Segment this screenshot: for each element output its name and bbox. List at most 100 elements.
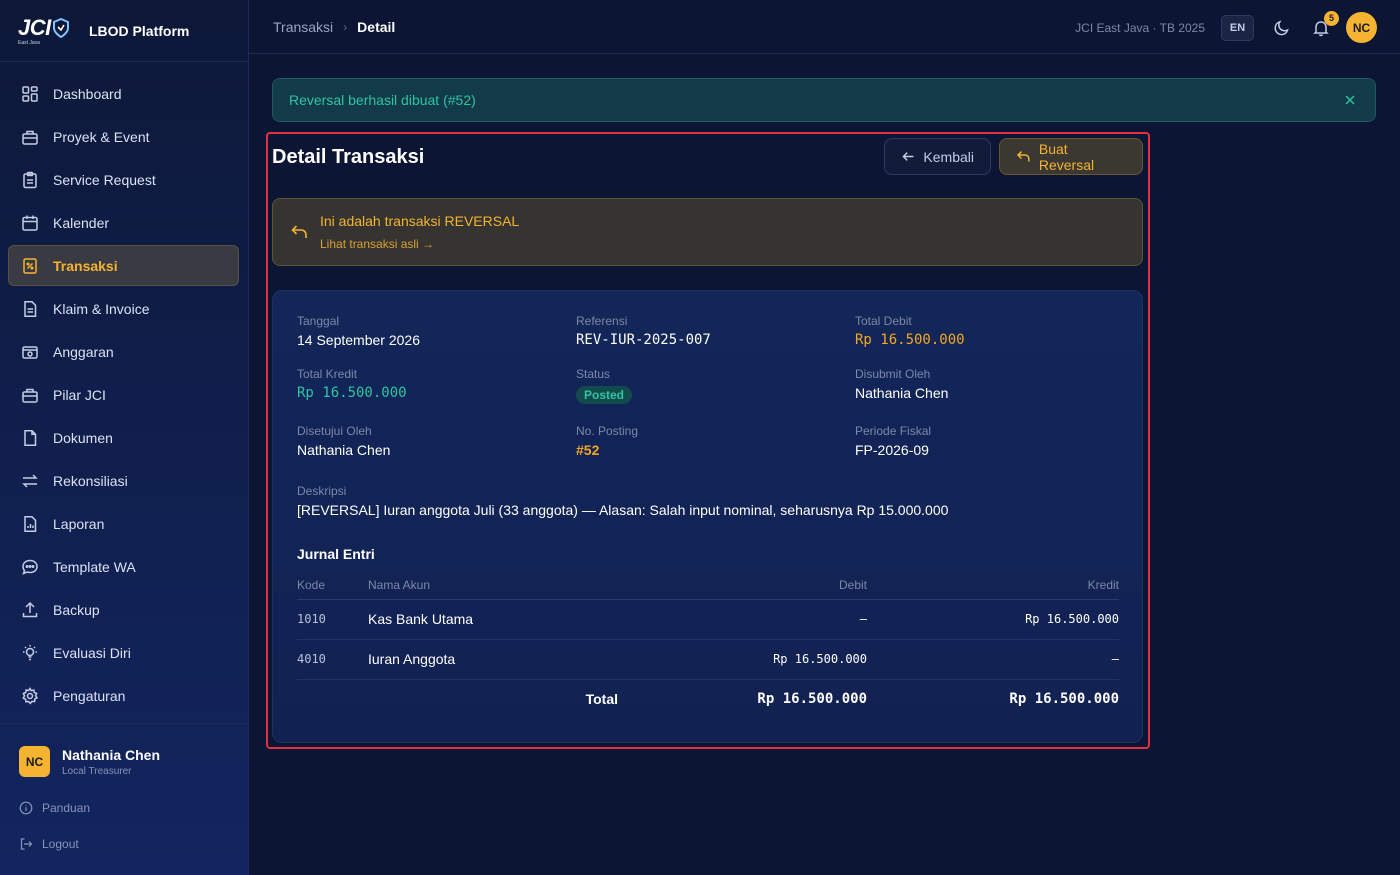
bulb-icon	[23, 644, 37, 660]
field-submitted-by: Disubmit Oleh Nathania Chen	[855, 367, 948, 401]
alert-message: Reversal berhasil dibuat (#52)	[289, 92, 476, 108]
org-label: JCI East Java · TB 2025	[1075, 20, 1205, 35]
field-value: FP-2026-09	[855, 442, 929, 458]
clipboard-icon	[23, 171, 37, 188]
upload-icon	[22, 601, 38, 617]
view-original-link[interactable]: Lihat transaksi asli →	[320, 237, 434, 251]
field-label: Disubmit Oleh	[855, 367, 931, 381]
dashboard-icon	[22, 85, 38, 102]
close-icon[interactable]	[1342, 92, 1358, 108]
file-icon	[24, 429, 37, 446]
field-value: REV-IUR-2025-007	[576, 332, 711, 348]
user-profile[interactable]: NC Nathania Chen Local Treasurer	[19, 746, 248, 777]
sidebar-item-label: Anggaran	[53, 343, 114, 360]
sidebar-item-label: Template WA	[53, 558, 136, 575]
sidebar-item-kalender[interactable]: Kalender	[8, 202, 239, 243]
briefcase-icon	[22, 130, 38, 145]
sidebar-item-label: Klaim & Invoice	[53, 300, 150, 317]
create-reversal-button[interactable]: Buat Reversal	[999, 138, 1143, 175]
language-button[interactable]: EN	[1221, 14, 1254, 41]
cell-empty	[297, 679, 368, 719]
field-label: Total Kredit	[297, 367, 358, 381]
field-value: Nathania Chen	[855, 385, 949, 401]
column-header: Kredit	[867, 571, 1119, 600]
success-alert: Reversal berhasil dibuat (#52)	[272, 78, 1376, 122]
breadcrumb-current: Detail	[357, 18, 396, 35]
wallet-icon	[22, 345, 38, 359]
user-role: Local Treasurer	[62, 765, 132, 777]
total-label: Total	[585, 691, 618, 708]
sidebar-item-label: Dashboard	[53, 85, 122, 102]
reversal-label: Buat Reversal	[1038, 140, 1095, 173]
avatar: NC	[19, 746, 50, 777]
sidebar-item-dokumen[interactable]: Dokumen	[8, 417, 239, 458]
guide-link[interactable]: Panduan	[19, 801, 248, 815]
sidebar-item-klaim-invoice[interactable]: Klaim & Invoice	[8, 288, 239, 329]
logo-text: JCI	[18, 15, 51, 40]
sidebar-item-dashboard[interactable]: Dashboard	[8, 73, 239, 114]
back-label: Kembali	[923, 148, 974, 165]
sidebar-item-anggaran[interactable]: Anggaran	[8, 331, 239, 372]
logo-subtitle: East Java	[18, 40, 40, 46]
sidebar-item-proyek-event[interactable]: Proyek & Event	[8, 116, 239, 157]
logout-link[interactable]: Logout	[19, 837, 248, 851]
table-total-row: Total Rp 16.500.000 Rp 16.500.000	[297, 679, 1119, 719]
sidebar-item-label: Laporan	[53, 515, 105, 532]
cell-credit: Rp 16.500.000	[867, 599, 1119, 640]
receipt-icon	[23, 257, 37, 274]
guide-label: Panduan	[42, 801, 91, 815]
field-description: Deskripsi [REVERSAL] Iuran anggota Juli …	[297, 484, 1117, 518]
sidebar-item-evaluasi-diri[interactable]: Evaluasi Diri	[8, 632, 239, 673]
cell-credit: –	[867, 639, 1119, 680]
sidebar-item-service-request[interactable]: Service Request	[8, 159, 239, 200]
undo-icon	[1016, 151, 1030, 162]
field-label: No. Posting	[576, 424, 639, 438]
cell-account: Kas Bank Utama	[368, 599, 618, 640]
moon-icon	[1274, 19, 1289, 35]
status-badge: Posted	[576, 386, 633, 404]
sidebar-item-label: Evaluasi Diri	[53, 644, 131, 661]
field-label: Referensi	[576, 314, 628, 328]
cell-debit: –	[618, 599, 867, 640]
detail-card: Tanggal 14 September 2026 Referensi REV-…	[272, 290, 1143, 743]
sidebar-item-pilar-jci[interactable]: Pilar JCI	[8, 374, 239, 415]
reversal-banner: Ini adalah transaksi REVERSAL Lihat tran…	[272, 198, 1143, 266]
cell-code: 4010	[297, 639, 368, 680]
sidebar-item-pengaturan[interactable]: Pengaturan	[8, 675, 239, 716]
back-button[interactable]: Kembali	[884, 138, 991, 175]
column-header: Debit	[618, 571, 867, 600]
field-label: Status	[576, 367, 611, 381]
notifications-button[interactable]: 5	[1310, 10, 1339, 39]
avatar[interactable]: NC	[1346, 12, 1377, 43]
journal-title: Jurnal Entri	[297, 546, 375, 562]
field-reference: Referensi REV-IUR-2025-007	[576, 314, 711, 348]
field-label: Disetujui Oleh	[297, 424, 372, 438]
sidebar-item-rekonsiliasi[interactable]: Rekonsiliasi	[8, 460, 239, 501]
topbar-actions: JCI East Java · TB 2025 EN 5 NC	[1075, 10, 1377, 43]
sidebar-item-laporan[interactable]: Laporan	[8, 503, 239, 544]
breadcrumb-root[interactable]: Transaksi	[273, 19, 333, 35]
sidebar-item-label: Rekonsiliasi	[53, 472, 128, 489]
column-header: Nama Akun	[368, 571, 618, 600]
shield-icon	[52, 18, 69, 38]
topbar: Transaksi › Detail JCI East Java · TB 20…	[249, 0, 1400, 54]
sidebar-item-backup[interactable]: Backup	[8, 589, 239, 630]
sidebar-item-transaksi[interactable]: Transaksi	[8, 245, 239, 286]
jci-logo: JCI East Java	[18, 15, 74, 46]
theme-toggle-button[interactable]	[1271, 17, 1293, 39]
sidebar-item-template-wa[interactable]: Template WA	[8, 546, 239, 587]
user-name: Nathania Chen	[62, 746, 161, 763]
notification-count: 5	[1324, 10, 1339, 26]
field-label: Tanggal	[297, 314, 340, 328]
page-title: Detail Transaksi	[272, 146, 425, 168]
field-label: Deskripsi	[297, 484, 347, 498]
field-total-credit: Total Kredit Rp 16.500.000	[297, 367, 407, 401]
sidebar-item-label: Service Request	[53, 171, 156, 188]
chevron-right-icon: ›	[343, 19, 348, 34]
file-text-icon	[24, 300, 37, 317]
info-icon	[19, 801, 33, 815]
sidebar-item-label: Proyek & Event	[53, 128, 150, 145]
transaction-detail: Detail Transaksi Kembali Buat Reversal I…	[272, 138, 1144, 743]
brand[interactable]: JCI East Java LBOD Platform	[0, 0, 248, 62]
field-value: 14 September 2026	[297, 332, 420, 348]
